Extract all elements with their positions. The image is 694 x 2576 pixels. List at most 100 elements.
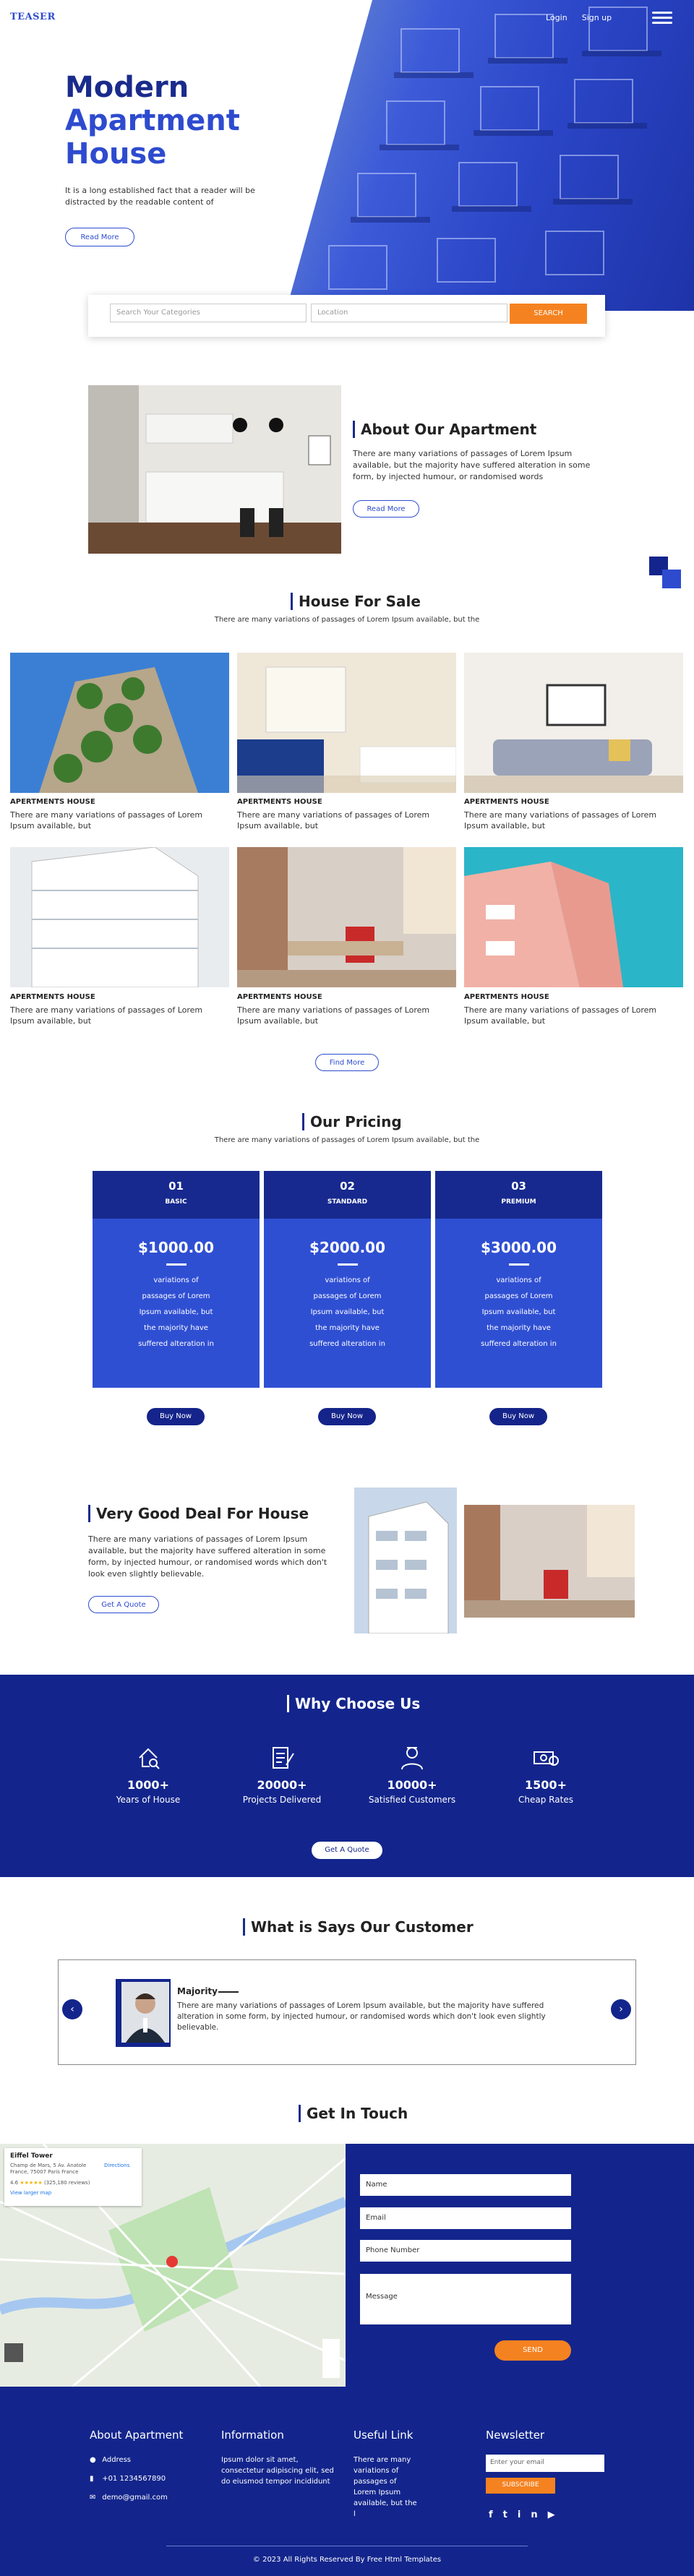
- sale-card-text-6: There are many variations of passages of…: [464, 1005, 657, 1026]
- phone-field[interactable]: Phone Number: [360, 2240, 571, 2262]
- buy-now-premium-button[interactable]: Buy Now: [489, 1408, 547, 1425]
- footer-about-title: About Apartment: [90, 2429, 184, 2442]
- decor-square-blue: [662, 570, 681, 588]
- name-underline: [218, 1991, 239, 1993]
- phone-icon: ▮: [90, 2475, 94, 2483]
- subscribe-button[interactable]: SUBSCRIBE: [486, 2478, 555, 2494]
- pricing-title: Our Pricing: [302, 1113, 402, 1130]
- hero-building-image: [286, 0, 694, 311]
- site-logo[interactable]: TEASER: [10, 12, 56, 22]
- hero-title: Modern Apartment House: [65, 71, 240, 171]
- sale-card-text-3: There are many variations of passages of…: [464, 810, 657, 830]
- deal-quote-button[interactable]: Get A Quote: [88, 1596, 159, 1613]
- pricing-card-premium: 03 PREMIUM $3000.00 variations of passage…: [435, 1171, 602, 1388]
- customer-avatar: [121, 1982, 169, 2043]
- deal-text: There are many variations of passages of…: [88, 1534, 327, 1579]
- sale-card-title-4: APERTMENTS HOUSE: [10, 993, 95, 1001]
- sale-card-text-2: There are many variations of passages of…: [237, 810, 430, 830]
- find-more-button[interactable]: Find More: [315, 1054, 379, 1071]
- chevron-right-icon[interactable]: ›: [611, 1999, 631, 2019]
- newsletter-email-input[interactable]: Enter your email: [486, 2455, 604, 2472]
- sale-card-text-1: There are many variations of passages of…: [10, 810, 203, 830]
- menu-icon[interactable]: [652, 9, 672, 27]
- signup-link[interactable]: Sign up: [582, 13, 612, 22]
- testimonial-title: What is Says Our Customer: [243, 1918, 474, 1936]
- why-quote-button[interactable]: Get A Quote: [312, 1842, 382, 1859]
- footer-address[interactable]: ● Address: [90, 2455, 131, 2465]
- customer-name: Majority: [177, 1986, 218, 1996]
- search-bar: Search Your Categories Location SEARCH: [88, 295, 605, 337]
- deal-interior-image: [464, 1505, 635, 1618]
- about-text: There are many variations of passages of…: [353, 449, 591, 481]
- stat-rates: 1500+ Cheap Rates: [481, 1743, 611, 1805]
- email-field[interactable]: Email: [360, 2207, 571, 2229]
- sale-card-title-6: APERTMENTS HOUSE: [464, 993, 549, 1001]
- sale-card-text-4: There are many variations of passages of…: [10, 1005, 203, 1026]
- footer-info-title: Information: [221, 2429, 284, 2442]
- location-input[interactable]: Location: [311, 304, 507, 322]
- map-larger-link[interactable]: View larger map: [10, 2190, 51, 2196]
- linkedin-icon[interactable]: in: [518, 2510, 548, 2520]
- hero-subtitle: It is a long established fact that a rea…: [65, 186, 255, 207]
- twitter-icon[interactable]: t: [503, 2510, 518, 2520]
- sale-card-title-5: APERTMENTS HOUSE: [237, 993, 322, 1001]
- footer-links-title: Useful Link: [354, 2429, 414, 2442]
- sale-card-image-5[interactable]: [237, 847, 456, 987]
- copyright: © 2023 All Rights Reserved By Free Html …: [252, 2556, 442, 2564]
- sale-card-image-4[interactable]: [10, 847, 229, 987]
- stat-years: 1000+ Years of House: [83, 1743, 213, 1805]
- testimonial-text: There are many variations of passages of…: [177, 2001, 546, 2032]
- message-field[interactable]: Message: [360, 2274, 571, 2324]
- buy-now-basic-button[interactable]: Buy Now: [147, 1408, 205, 1425]
- why-title: Why Choose Us: [287, 1695, 420, 1712]
- sale-card-title-3: APERTMENTS HOUSE: [464, 798, 549, 806]
- sale-card-text-5: There are many variations of passages of…: [237, 1005, 430, 1026]
- youtube-icon[interactable]: ▶: [548, 2510, 565, 2520]
- sale-card-image-3[interactable]: [464, 653, 683, 793]
- facebook-icon[interactable]: f: [489, 2510, 503, 2520]
- sale-card-title-1: APERTMENTS HOUSE: [10, 798, 95, 806]
- kitchen-image: [88, 385, 341, 554]
- chevron-left-icon[interactable]: ‹: [62, 1999, 82, 2019]
- footer-newsletter-title: Newsletter: [486, 2429, 545, 2442]
- name-field[interactable]: Name: [360, 2174, 571, 2196]
- map-place-name: Eiffel Tower: [10, 2152, 53, 2160]
- pricing-card-basic: 01 BASIC $1000.00 variations of passages …: [93, 1171, 260, 1388]
- money-icon: [531, 1743, 560, 1772]
- house-search-icon: [134, 1743, 163, 1772]
- pricing-card-standard: 02 STANDARD $2000.00 variations of passag…: [264, 1171, 431, 1388]
- footer-info-text: Ipsum dolor sit amet, consectetur adipis…: [221, 2456, 334, 2486]
- sale-card-image-1[interactable]: [10, 653, 229, 793]
- contact-form: Name Email Phone Number Message SEND: [346, 2144, 694, 2387]
- stat-customers: 10000+ Satisfied Customers: [347, 1743, 477, 1805]
- document-edit-icon: [267, 1743, 296, 1772]
- location-icon: ●: [90, 2456, 96, 2464]
- map-address: Champ de Mars, 5 Av. Anatole France, 750…: [10, 2163, 87, 2175]
- about-read-more-button[interactable]: Read More: [353, 500, 419, 518]
- login-link[interactable]: Login: [546, 13, 567, 22]
- buy-now-standard-button[interactable]: Buy Now: [318, 1408, 376, 1425]
- user-icon: [398, 1743, 427, 1772]
- map-rating: 4.6 ★★★★★ (325,180 reviews): [10, 2180, 90, 2186]
- deal-title: Very Good Deal For House: [88, 1505, 309, 1522]
- send-button[interactable]: SEND: [494, 2340, 571, 2361]
- search-button[interactable]: SEARCH: [510, 304, 587, 324]
- sale-card-title-2: APERTMENTS HOUSE: [237, 798, 322, 806]
- hero-read-more-button[interactable]: Read More: [65, 228, 134, 246]
- category-search-input[interactable]: Search Your Categories: [110, 304, 307, 322]
- sale-subtitle: There are many variations of passages of…: [214, 616, 480, 624]
- sale-card-image-2[interactable]: [237, 653, 456, 793]
- footer-email[interactable]: ✉ demo@gmail.com: [90, 2492, 168, 2503]
- footer-phone[interactable]: ▮ +01 1234567890: [90, 2473, 166, 2484]
- footer-links-text: There are many variations of passages of…: [354, 2456, 417, 2518]
- social-icons: ftin▶: [489, 2510, 565, 2520]
- about-title: About Our Apartment: [353, 421, 536, 438]
- deal-building-image: [354, 1487, 457, 1633]
- pricing-subtitle: There are many variations of passages of…: [214, 1136, 480, 1144]
- map-info-card: Eiffel Tower Champ de Mars, 5 Av. Anatol…: [4, 2148, 142, 2206]
- sale-card-image-6[interactable]: [464, 847, 683, 987]
- map-embed[interactable]: Eiffel Tower Champ de Mars, 5 Av. Anatol…: [0, 2144, 346, 2387]
- mail-icon: ✉: [90, 2494, 96, 2502]
- map-directions-link[interactable]: Directions: [104, 2163, 129, 2168]
- top-nav: Login Sign up: [546, 13, 612, 22]
